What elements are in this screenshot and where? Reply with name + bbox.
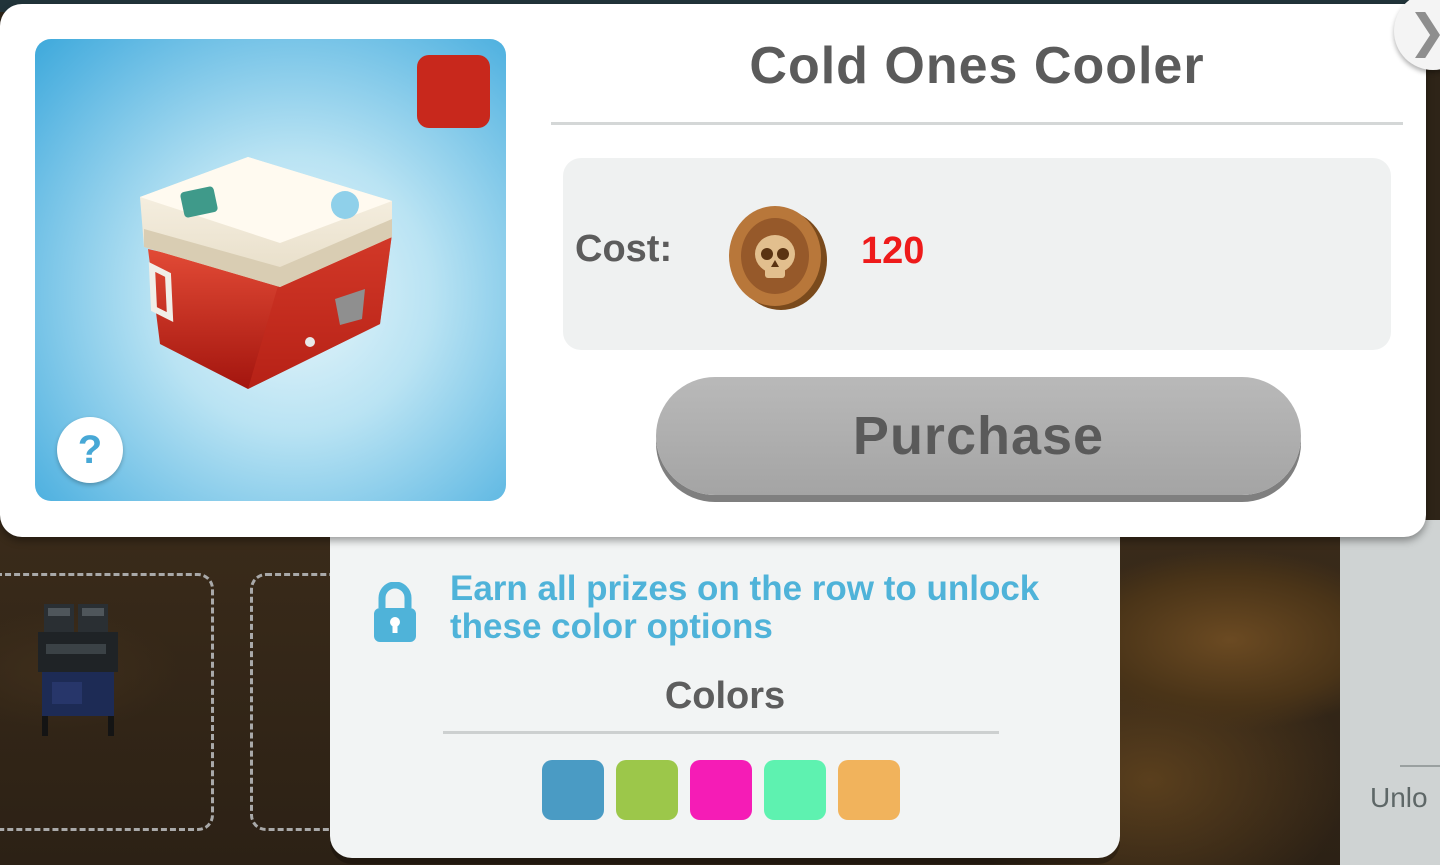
divider xyxy=(551,122,1403,125)
item-title: Cold Ones Cooler xyxy=(749,37,1205,95)
divider xyxy=(443,731,999,734)
background-unlock-label: Unlo xyxy=(1370,782,1428,813)
cost-value: 120 xyxy=(861,230,925,272)
item-preview: ? xyxy=(35,39,506,501)
color-swatch-mint[interactable] xyxy=(764,760,826,820)
selected-color-swatch xyxy=(417,55,490,128)
machine-prop-icon xyxy=(38,604,118,736)
cooler-icon xyxy=(140,157,392,389)
item-detail-modal: ? Cold Ones Cooler Cost: 120 Purchase xyxy=(0,4,1426,537)
color-swatch-pink[interactable] xyxy=(690,760,752,820)
color-options-card: Earn all prizes on the row to unlock the… xyxy=(330,520,1120,858)
color-swatch-list xyxy=(542,760,900,820)
lock-icon xyxy=(374,582,416,642)
cost-panel: Cost: 120 xyxy=(563,158,1391,350)
color-swatch-green[interactable] xyxy=(616,760,678,820)
help-button[interactable]: ? xyxy=(57,417,123,483)
colors-heading: Colors xyxy=(664,675,786,717)
cost-label: Cost: xyxy=(575,228,673,270)
skull-coin-icon xyxy=(729,206,827,310)
color-swatch-blue[interactable] xyxy=(542,760,604,820)
color-swatch-orange[interactable] xyxy=(838,760,900,820)
purchase-button[interactable]: Purchase xyxy=(656,377,1301,495)
locked-colors-message: Earn all prizes on the row to unlock the… xyxy=(450,569,1040,646)
